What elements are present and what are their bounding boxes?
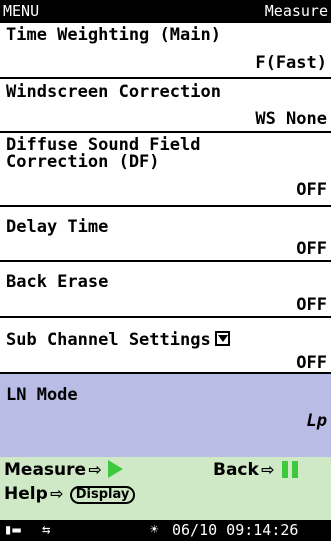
menu-item-label: Sub Channel Settings — [6, 330, 230, 350]
usb-link-icon: ⇆ — [42, 522, 51, 538]
menu-item-back-erase[interactable]: Back Erase OFF — [0, 262, 331, 318]
menu-item-label: LN Mode — [6, 385, 78, 405]
menu-item-time-weighting[interactable]: Time Weighting (Main) F(Fast) — [0, 23, 331, 79]
menu-item-label: Time Weighting (Main) — [6, 25, 221, 45]
status-bar: ▮▬ ⇆ ☀ 06/10 09:14:26 — [0, 520, 331, 541]
dropdown-arrow-icon[interactable] — [214, 331, 230, 346]
menu-item-diffuse-field[interactable]: Diffuse Sound Field Correction (DF) OFF — [0, 133, 331, 207]
sun-brightness-icon: ☀ — [150, 522, 159, 538]
menu-item-value: Lp — [306, 411, 327, 431]
menu-item-value: OFF — [296, 180, 327, 200]
menu-item-label: Diffuse Sound Field Correction (DF) — [6, 135, 201, 172]
menu-item-label: Windscreen Correction — [6, 82, 221, 102]
measure-key[interactable]: Measure ⇨ — [4, 460, 124, 480]
menu-item-label: Delay Time — [6, 217, 109, 237]
menu-item-ln-mode[interactable]: LN Mode Lp — [0, 374, 331, 457]
menu-header: MENU Measure — [0, 0, 331, 23]
back-key[interactable]: Back ⇨ — [213, 460, 298, 480]
menu-item-delay-time[interactable]: Delay Time OFF — [0, 207, 331, 262]
menu-item-value: WS None — [255, 109, 327, 129]
menu-item-label-text: Sub Channel Settings — [6, 330, 211, 350]
help-key[interactable]: Help ⇨ Display — [4, 484, 136, 504]
display-key-icon: Display — [69, 486, 136, 504]
play-icon — [108, 460, 124, 478]
menu-item-sub-channel[interactable]: Sub Channel Settings OFF — [0, 318, 331, 374]
menu-item-value: OFF — [296, 295, 327, 315]
soft-key-bar: Measure ⇨ Back ⇨ Help ⇨ Display — [0, 457, 331, 520]
menu-item-value: F(Fast) — [255, 53, 327, 73]
battery-plug-icon: ▮▬ — [4, 522, 21, 538]
menu-item-windscreen[interactable]: Windscreen Correction WS None — [0, 79, 331, 133]
menu-title: MENU — [3, 2, 40, 20]
measure-mode-label: Measure — [264, 2, 328, 20]
right-arrow-icon: ⇨ — [88, 460, 102, 479]
datetime-display: 06/10 09:14:26 — [172, 521, 299, 539]
pause-icon — [281, 461, 298, 478]
menu-item-label: Back Erase — [6, 272, 109, 292]
right-arrow-icon: ⇨ — [50, 484, 64, 503]
menu-item-value: OFF — [296, 239, 327, 259]
right-arrow-icon: ⇨ — [261, 460, 275, 479]
menu-item-value: OFF — [296, 353, 327, 373]
